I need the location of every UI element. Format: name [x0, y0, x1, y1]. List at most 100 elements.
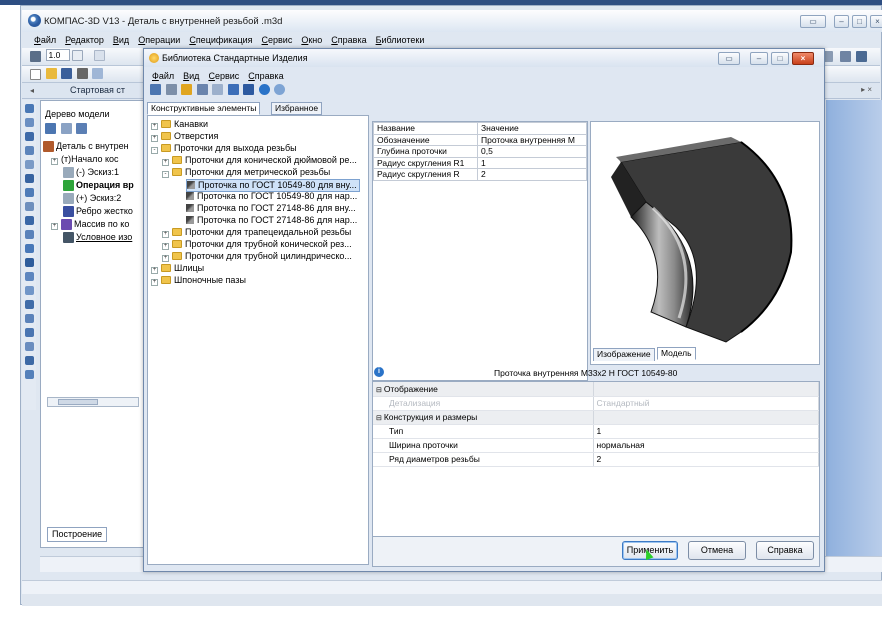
- scale-field[interactable]: 1.0: [45, 49, 70, 61]
- menu-help[interactable]: Справка: [331, 35, 366, 45]
- dialog-restore-icon[interactable]: ▭: [718, 52, 740, 65]
- table-row[interactable]: Радиус скругления R1 1: [373, 156, 587, 169]
- cancel-button[interactable]: Отмена: [688, 541, 746, 560]
- tabbar-close-icon[interactable]: ▸ ×: [861, 85, 872, 94]
- tree-filter-icon[interactable]: [60, 123, 72, 135]
- tree-item-array[interactable]: + Массив по ко: [51, 219, 129, 231]
- restore-icon[interactable]: ▭: [800, 15, 826, 28]
- tree-node[interactable]: + Шлицы: [151, 263, 204, 274]
- expand-icon[interactable]: +: [151, 135, 158, 142]
- dialog-menu-service[interactable]: Сервис: [208, 71, 239, 81]
- tree-node[interactable]: - Проточки для метрической резьбы: [162, 167, 330, 178]
- grid-icon[interactable]: [840, 51, 851, 62]
- expand-icon[interactable]: +: [51, 223, 58, 230]
- tree-mode-icon[interactable]: [45, 123, 56, 135]
- tool-icon[interactable]: [24, 356, 34, 365]
- tree-item[interactable]: Проточка по ГОСТ 10549-80 для нар...: [186, 191, 357, 202]
- tree-item-cosmetic-thread[interactable]: Условное изо: [63, 232, 132, 244]
- category-row[interactable]: ⊟ Конструкция и размеры: [373, 410, 819, 425]
- table-row[interactable]: Обозначение Проточка внутренняя М: [373, 133, 587, 146]
- table-row[interactable]: Глубина проточки 0,5: [373, 145, 587, 158]
- tree-view-icon[interactable]: [76, 123, 88, 135]
- minimize-button[interactable]: –: [834, 15, 849, 28]
- tool-icon[interactable]: [24, 328, 34, 337]
- setting-row[interactable]: Детализация Стандартный: [373, 396, 819, 411]
- start-page-tab[interactable]: Стартовая ст: [70, 85, 125, 95]
- expand-icon[interactable]: +: [162, 159, 169, 166]
- library-info-icon[interactable]: [274, 84, 286, 96]
- menu-view[interactable]: Вид: [113, 35, 129, 45]
- tree-item-sketch1[interactable]: (-) Эскиз:1: [63, 167, 119, 179]
- expand-icon[interactable]: +: [151, 279, 158, 286]
- expand-icon[interactable]: +: [162, 255, 169, 262]
- dialog-minimize-button[interactable]: –: [750, 52, 768, 65]
- collapse-icon[interactable]: ⊟: [376, 415, 384, 422]
- tree-node[interactable]: + Проточки для трубной конической рез...: [162, 239, 352, 250]
- tree-item[interactable]: Проточка по ГОСТ 27148-86 для вну...: [186, 203, 356, 214]
- tree-item-rib[interactable]: Ребро жестко: [63, 206, 133, 218]
- tree-item[interactable]: Проточка по ГОСТ 27148-86 для нар...: [186, 215, 357, 226]
- dialog-menu-help[interactable]: Справка: [248, 71, 283, 81]
- construction-tab[interactable]: Построение: [47, 527, 108, 542]
- tree-node[interactable]: + Канавки: [151, 119, 208, 130]
- tool-icon[interactable]: [24, 146, 34, 155]
- tree-node[interactable]: + Шпоночные пазы: [151, 275, 246, 286]
- menu-window[interactable]: Окно: [301, 35, 322, 45]
- tool-icon[interactable]: [24, 132, 34, 141]
- expand-icon[interactable]: +: [162, 231, 169, 238]
- expand-icon[interactable]: +: [151, 267, 158, 274]
- print-icon[interactable]: [76, 67, 88, 79]
- tool-icon[interactable]: [24, 188, 34, 197]
- new-document-icon[interactable]: [30, 69, 41, 80]
- table-row[interactable]: Радиус скругления R2: [373, 168, 587, 181]
- tree-node[interactable]: - Проточки для выхода резьбы: [151, 143, 297, 154]
- collapse-icon[interactable]: ⊟: [376, 387, 384, 394]
- dropdown-arrow-icon[interactable]: [72, 49, 84, 61]
- tab-favorites[interactable]: Избранное: [271, 102, 323, 115]
- tool-icon[interactable]: [24, 258, 34, 267]
- tool-icon[interactable]: [24, 342, 34, 351]
- setting-row[interactable]: Тип 1: [373, 424, 819, 439]
- menu-operations[interactable]: Операции: [138, 35, 180, 45]
- tree-item-sketch2[interactable]: (+) Эскиз:2: [63, 193, 121, 205]
- preview-icon[interactable]: [92, 67, 104, 79]
- menu-libraries[interactable]: Библиотеки: [376, 35, 425, 45]
- tool-icon[interactable]: [24, 160, 34, 169]
- maximize-button[interactable]: □: [852, 15, 867, 28]
- expand-icon[interactable]: +: [51, 158, 58, 165]
- tool-icon[interactable]: [24, 272, 34, 281]
- library-search-icon[interactable]: [196, 84, 208, 96]
- tool-icon[interactable]: [24, 286, 34, 295]
- tree-hscrollbar[interactable]: [47, 397, 139, 407]
- expand-icon[interactable]: +: [151, 123, 158, 130]
- tabbar-left-arrow-icon[interactable]: ◂: [30, 86, 34, 95]
- setting-row[interactable]: Ширина проточки нормальная: [373, 438, 819, 453]
- category-row[interactable]: ⊟ Отображение: [373, 382, 819, 397]
- save-icon[interactable]: [61, 67, 73, 79]
- tool-icon[interactable]: [24, 202, 34, 211]
- library-home-icon[interactable]: [150, 84, 161, 96]
- tree-item-part[interactable]: Деталь с внутрен: [43, 141, 129, 153]
- scroll-thumb[interactable]: [58, 399, 98, 405]
- tool-icon[interactable]: [24, 314, 34, 323]
- close-button[interactable]: ×: [870, 15, 882, 28]
- tool-icon[interactable]: [24, 230, 34, 239]
- library-view2-icon[interactable]: [243, 84, 255, 96]
- tool-icon[interactable]: [24, 104, 34, 113]
- snap-icon[interactable]: [30, 51, 41, 62]
- tool-icon[interactable]: [24, 174, 34, 183]
- menu-file[interactable]: Файл: [34, 35, 56, 45]
- menu-specification[interactable]: Спецификация: [189, 35, 252, 45]
- tree-node[interactable]: + Проточки для трапецеидальной резьбы: [162, 227, 351, 238]
- dialog-maximize-button[interactable]: □: [771, 52, 789, 65]
- setting-row[interactable]: Ряд диаметров резьбы 2: [373, 452, 819, 467]
- dialog-menu-file[interactable]: Файл: [152, 71, 174, 81]
- tool-icon[interactable]: [24, 118, 34, 127]
- library-star-icon[interactable]: [181, 84, 193, 96]
- tab-constructive-elements[interactable]: Конструктивные элементы: [147, 102, 261, 115]
- menu-service[interactable]: Сервис: [262, 35, 293, 45]
- tree-node[interactable]: + Проточки для конической дюймовой ре...: [162, 155, 357, 166]
- tree-node[interactable]: + Проточки для трубной цилиндрическо...: [162, 251, 352, 262]
- tool-icon[interactable]: [24, 216, 34, 225]
- tree-item-operation[interactable]: Операция вр: [63, 180, 134, 192]
